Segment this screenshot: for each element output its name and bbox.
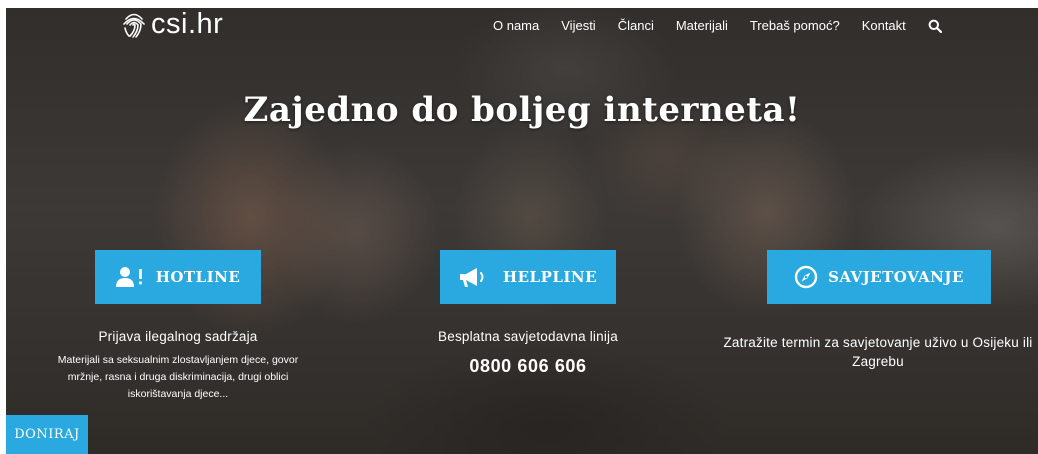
- helpline-lead: Besplatna savjetodavna linija: [438, 329, 618, 344]
- search-icon[interactable]: [928, 19, 942, 33]
- nav-item-o-nama[interactable]: O nama: [493, 18, 539, 33]
- hotline-description: Materijali sa seksualnim zlostavljanjem …: [57, 354, 299, 400]
- hotline-lead: Prijava ilegalnog sadržaja: [98, 329, 258, 344]
- user-alert-icon: [115, 267, 142, 287]
- hero-section: csi.hr O nama Vijesti Članci Materijali …: [6, 8, 1038, 454]
- compass-icon: [794, 265, 818, 289]
- hero-headline: Zajedno do boljeg interneta!: [243, 90, 801, 130]
- savjetovanje-label: SAVJETOVANJE: [828, 268, 964, 286]
- donate-button[interactable]: DONIRAJ: [6, 415, 88, 454]
- nav-item-trebas-pomoc[interactable]: Trebaš pomoć?: [750, 18, 840, 33]
- savjetovanje-lead: Zatražite termin za savjetovanje uživo u…: [723, 335, 1033, 369]
- main-nav: O nama Vijesti Članci Materijali Trebaš …: [493, 18, 942, 33]
- helpline-label: HELPLINE: [502, 268, 598, 286]
- megaphone-icon: [459, 268, 484, 287]
- nav-item-clanci[interactable]: Članci: [618, 18, 654, 33]
- logo-text: csi.hr: [151, 8, 224, 40]
- hotline-label: HOTLINE: [155, 268, 241, 286]
- nav-item-vijesti[interactable]: Vijesti: [561, 18, 595, 33]
- savjetovanje-button[interactable]: SAVJETOVANJE: [767, 250, 991, 304]
- helpline-button[interactable]: HELPLINE: [440, 250, 616, 304]
- nav-item-kontakt[interactable]: Kontakt: [862, 18, 906, 33]
- fingerprint-logo-icon: [123, 13, 145, 38]
- nav-item-materijali[interactable]: Materijali: [676, 18, 728, 33]
- helpline-phone[interactable]: 0800 606 606: [428, 356, 628, 377]
- site-logo[interactable]: csi.hr: [121, 8, 223, 41]
- hotline-button[interactable]: HOTLINE: [95, 250, 261, 304]
